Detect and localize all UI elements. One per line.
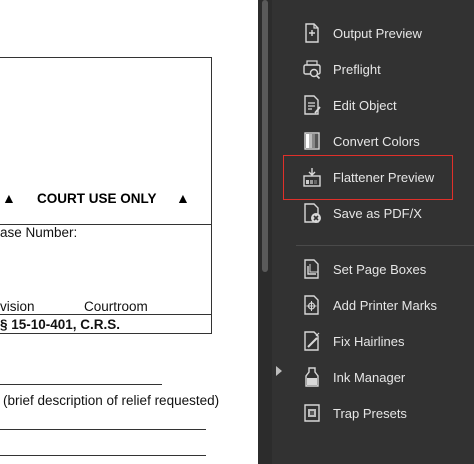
tool-label: Fix Hairlines <box>333 333 405 349</box>
tool-fix-hairlines[interactable]: Fix Hairlines <box>300 325 470 357</box>
panel-divider <box>296 245 474 246</box>
scrollbar-thumb[interactable] <box>262 0 268 272</box>
table-bottom-border <box>0 333 212 334</box>
tool-edit-object[interactable]: Edit Object <box>300 89 470 121</box>
ink-manager-icon <box>300 365 324 389</box>
tool-label: Convert Colors <box>333 133 420 149</box>
add-printer-marks-icon <box>300 293 324 317</box>
tool-trap-presets[interactable]: Trap Presets <box>300 397 470 429</box>
court-use-row: ▲ COURT USE ONLY ▲ <box>0 190 212 212</box>
tool-convert-colors[interactable]: Convert Colors <box>300 125 470 157</box>
division-label: vision <box>0 299 35 314</box>
save-pdfx-icon <box>300 201 324 225</box>
table-top-border <box>0 57 212 58</box>
tool-add-printer-marks[interactable]: Add Printer Marks <box>300 289 470 321</box>
preflight-icon <box>300 57 324 81</box>
tool-ink-manager[interactable]: Ink Manager <box>300 361 470 393</box>
tool-flattener-preview[interactable]: Flattener Preview <box>300 161 470 193</box>
table-divider <box>0 314 212 315</box>
tool-label: Set Page Boxes <box>333 261 427 277</box>
tool-label: Flattener Preview <box>333 169 435 185</box>
set-page-boxes-icon <box>300 257 324 281</box>
signature-line <box>0 384 162 385</box>
blank-line <box>0 455 206 456</box>
tool-set-page-boxes[interactable]: Set Page Boxes <box>300 253 470 285</box>
blank-line <box>0 429 206 430</box>
tool-label: Save as PDF/X <box>333 205 422 221</box>
convert-colors-icon <box>300 129 324 153</box>
case-number-label: ase Number: <box>0 225 78 240</box>
tool-label: Trap Presets <box>333 405 407 421</box>
triangle-right-icon: ▲ <box>176 190 190 206</box>
triangle-left-icon: ▲ <box>2 190 16 206</box>
tool-preflight[interactable]: Preflight <box>300 53 470 85</box>
statute-text: § 15-10-401, C.R.S. <box>0 317 121 332</box>
edit-object-icon <box>300 93 324 117</box>
trap-presets-icon <box>300 401 324 425</box>
tool-label: Output Preview <box>333 25 422 41</box>
fix-hairlines-icon <box>300 329 324 353</box>
courtroom-label: Courtroom <box>84 299 148 314</box>
flattener-preview-icon <box>300 165 324 189</box>
tool-label: Add Printer Marks <box>333 297 438 313</box>
document-page: ▲ COURT USE ONLY ▲ ase Number: vision Co… <box>0 0 258 464</box>
tool-output-preview[interactable]: Output Preview <box>300 17 470 49</box>
tool-save-pdfx[interactable]: Save as PDF/X <box>300 197 470 229</box>
output-preview-icon <box>300 21 324 45</box>
court-use-label: COURT USE ONLY <box>37 191 157 206</box>
tool-label: Ink Manager <box>333 369 406 385</box>
collapse-panel-icon[interactable] <box>276 366 282 376</box>
tool-label: Preflight <box>333 61 381 77</box>
tool-label: Edit Object <box>333 97 397 113</box>
relief-description: (brief description of relief requested) <box>3 393 220 408</box>
